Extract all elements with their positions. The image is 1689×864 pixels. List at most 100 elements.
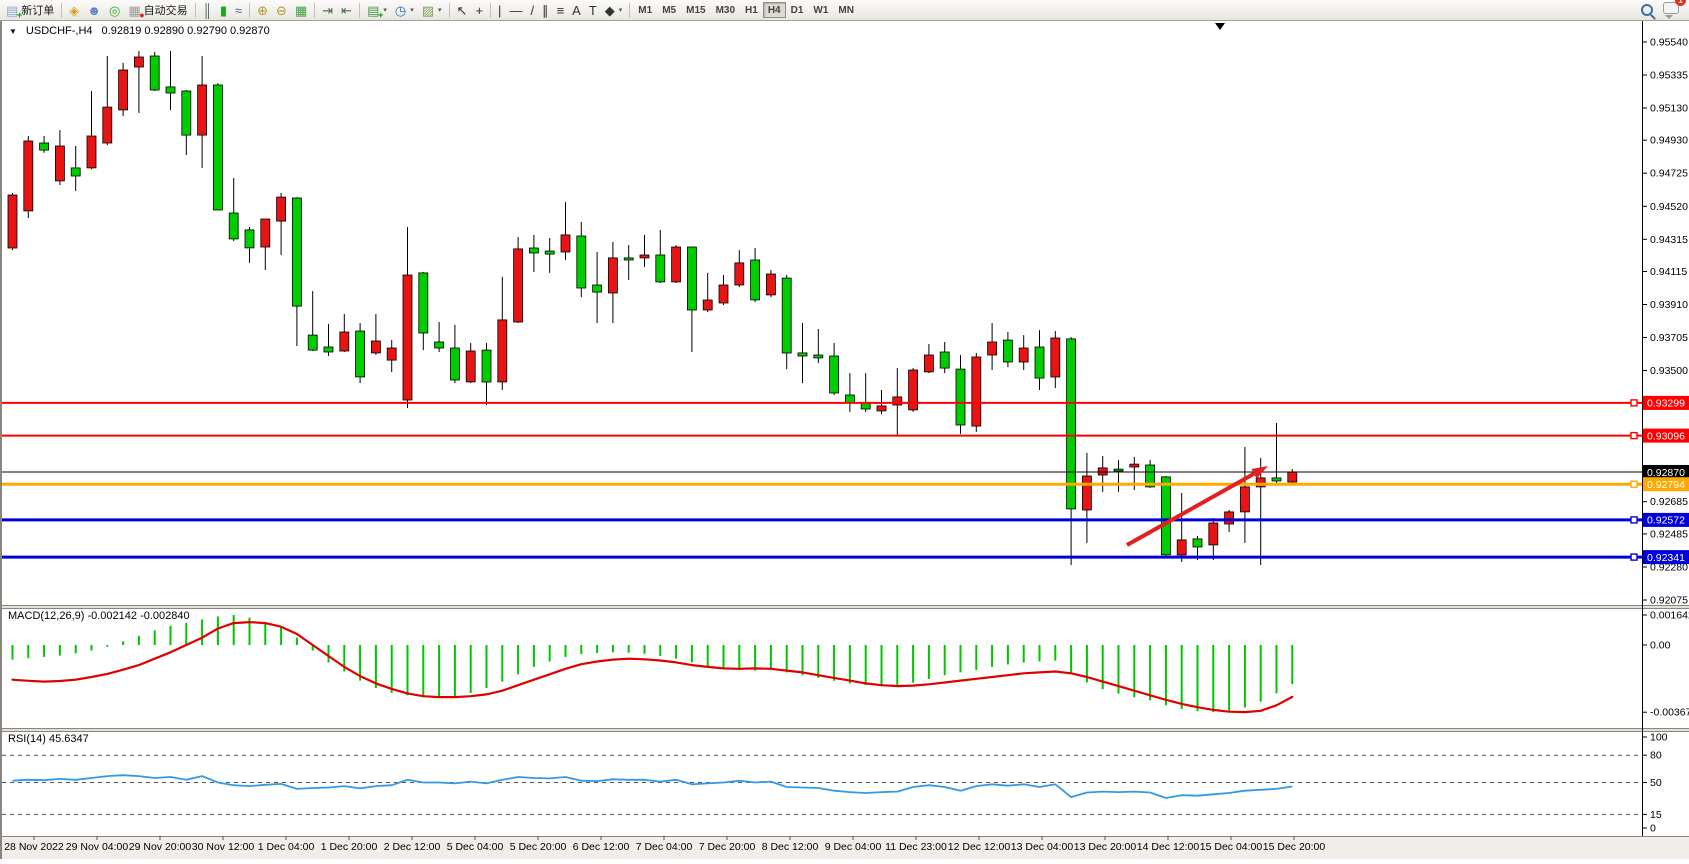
svg-text:7 Dec 20:00: 7 Dec 20:00	[699, 841, 756, 853]
candle	[245, 230, 254, 248]
svg-text:15 Dec 04:00: 15 Dec 04:00	[1200, 841, 1263, 853]
svg-text:2 Dec 12:00: 2 Dec 12:00	[384, 841, 441, 853]
svg-text:15: 15	[1650, 809, 1662, 821]
toolbar-separator	[629, 3, 630, 18]
candle	[1114, 469, 1123, 471]
chart-shift-button[interactable]: ⇤	[337, 1, 356, 20]
shapes-button[interactable]: ◆▾	[601, 1, 627, 20]
svg-text:0.95540: 0.95540	[1650, 37, 1688, 49]
timeframe-h4-button[interactable]: H4	[763, 2, 786, 18]
channel-button[interactable]: ∥	[538, 1, 553, 20]
candle	[1288, 472, 1297, 482]
candle	[498, 320, 507, 382]
crosshair-button[interactable]: +	[471, 1, 487, 20]
chevron-down-icon[interactable]: ▾	[383, 6, 387, 14]
autotrade-button[interactable]: ▦●自动交易	[124, 1, 191, 20]
svg-text:30 Nov 12:00: 30 Nov 12:00	[192, 841, 255, 853]
community-icon-icon: ☻	[87, 4, 101, 17]
level-handle[interactable]	[1631, 481, 1637, 487]
label-button[interactable]: T	[585, 1, 601, 20]
bars-chart-button[interactable]: ║	[199, 1, 216, 20]
timeframe-m5-button[interactable]: M5	[657, 2, 681, 18]
symbol-list-icon[interactable]: ▼	[9, 27, 17, 36]
candle	[687, 247, 696, 310]
horizontal-line-button[interactable]: —	[505, 1, 526, 20]
level-handle[interactable]	[1631, 554, 1637, 560]
new-order-button[interactable]: ▤+新订单	[2, 1, 58, 20]
candle	[450, 348, 459, 380]
pane-separator-rsi[interactable]	[2, 728, 1689, 732]
svg-text:0.92685: 0.92685	[1650, 496, 1688, 508]
period-button[interactable]: ◷▾	[391, 1, 418, 20]
svg-text:0.92870: 0.92870	[1647, 467, 1685, 479]
chart-background	[2, 21, 1689, 859]
svg-text:0.94315: 0.94315	[1650, 234, 1688, 246]
timeframe-w1-button[interactable]: W1	[808, 2, 833, 18]
chevron-down-icon[interactable]: ▾	[410, 6, 414, 14]
cursor-button[interactable]: ↖	[453, 1, 472, 20]
timeframe-d1-button[interactable]: D1	[786, 2, 809, 18]
timeframe-m1-button[interactable]: M1	[633, 2, 657, 18]
template-button[interactable]: ▨▾	[418, 1, 446, 20]
candle	[814, 355, 823, 358]
candle	[1240, 487, 1249, 512]
candle	[972, 357, 981, 426]
candle	[798, 353, 807, 356]
rsi-indicator-label: RSI(14) 45.6347	[8, 733, 89, 745]
candle	[830, 356, 839, 393]
svg-text:0.93096: 0.93096	[1647, 430, 1685, 442]
new-chart-button[interactable]: ▤+▾	[363, 1, 391, 20]
candle	[909, 370, 918, 410]
candle	[640, 255, 649, 258]
line-chart-icon: ≈	[235, 4, 242, 17]
toolbar: ▤+新订单◈☻◎▦●自动交易║▮≈⊕⊖▦⇥⇤▤+▾◷▾▨▾↖+|—/∥≡AT◆▾…	[0, 0, 1689, 21]
tile-windows-button[interactable]: ▦	[291, 1, 311, 20]
gold-icon[interactable]: ◈	[65, 1, 83, 20]
timeframe-m15-button[interactable]: M15	[681, 2, 710, 18]
vertical-line-button[interactable]: |	[494, 1, 505, 20]
trendline-button[interactable]: /	[526, 1, 538, 20]
candle	[1035, 347, 1044, 378]
candle	[356, 331, 365, 377]
chevron-down-icon[interactable]: ▾	[619, 6, 623, 14]
chat-button[interactable]: 1	[1663, 1, 1679, 19]
zoom-out-icon: ⊖	[276, 4, 287, 17]
chevron-down-icon[interactable]: ▾	[438, 6, 442, 14]
candle-chart-button[interactable]: ▮	[216, 1, 231, 20]
timeframe-m30-button[interactable]: M30	[711, 2, 740, 18]
signal-icon[interactable]: ◎	[105, 1, 124, 20]
candle	[387, 348, 396, 360]
svg-text:13 Dec 20:00: 13 Dec 20:00	[1074, 841, 1137, 853]
period-icon: ◷	[395, 4, 406, 17]
candle	[529, 248, 538, 253]
chart-canvas: 0.955400.953350.951300.949300.947250.945…	[2, 21, 1689, 859]
fibonacci-button[interactable]: ≡	[553, 1, 569, 20]
svg-text:5 Dec 20:00: 5 Dec 20:00	[510, 841, 567, 853]
timeframe-mn-button[interactable]: MN	[833, 2, 859, 18]
zoom-in-button[interactable]: ⊕	[253, 1, 272, 20]
candle	[40, 143, 49, 150]
zoom-out-button[interactable]: ⊖	[272, 1, 291, 20]
auto-scroll-button[interactable]: ⇥	[318, 1, 337, 20]
text-icon: A	[572, 4, 581, 17]
chart-shift-icon: ⇤	[341, 4, 352, 17]
candle	[1209, 523, 1218, 545]
cursor-icon: ↖	[457, 4, 468, 17]
level-handle[interactable]	[1631, 517, 1637, 523]
level-handle[interactable]	[1631, 400, 1637, 406]
svg-text:0.95130: 0.95130	[1650, 103, 1688, 115]
candle	[1003, 340, 1012, 362]
autotrade-button-label: 自动交易	[144, 2, 188, 18]
candle	[624, 258, 633, 260]
pane-separator-macd[interactable]	[2, 605, 1689, 609]
line-chart-button[interactable]: ≈	[231, 1, 246, 20]
community-icon[interactable]: ☻	[83, 1, 105, 20]
timeframe-h1-button[interactable]: H1	[740, 2, 763, 18]
svg-text:-0.003674: -0.003674	[1650, 707, 1689, 719]
level-handle[interactable]	[1631, 433, 1637, 439]
svg-text:0.92075: 0.92075	[1650, 595, 1688, 607]
text-button[interactable]: A	[568, 1, 585, 20]
svg-text:0.92572: 0.92572	[1647, 515, 1685, 527]
search-icon[interactable]	[1641, 4, 1653, 16]
candle	[1051, 338, 1060, 377]
